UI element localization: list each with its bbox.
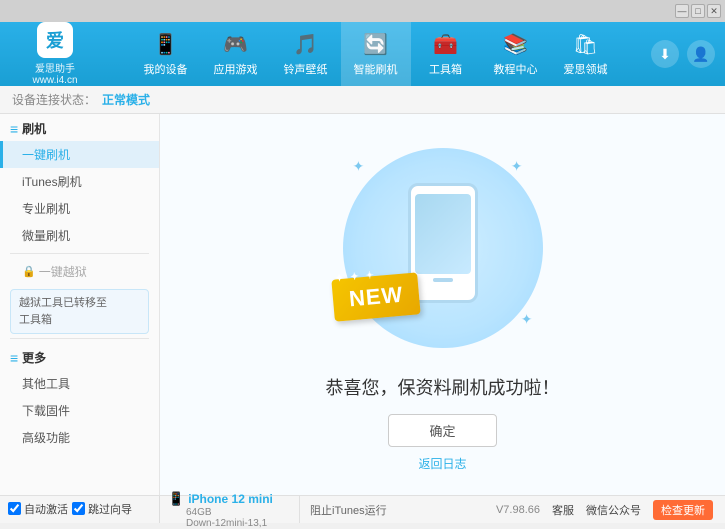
sidebar-divider-2 — [10, 338, 149, 339]
content-area: ✦ ✦ ✦ ✦ ✦ ✦ NEW 恭喜您，保资料刷机成功啦！ 确定 返回日志 — [160, 114, 725, 495]
sparkle-tr: ✦ — [511, 158, 523, 175]
version-text: V7.98.66 — [496, 504, 540, 516]
nav-smart-flash[interactable]: 🔄 智能刷机 — [341, 22, 411, 86]
sparkle-tl: ✦ — [353, 158, 365, 175]
one-click-flash-label: 一键刷机 — [22, 148, 70, 162]
sidebar-item-one-click-flash[interactable]: 一键刷机 — [0, 141, 159, 168]
status-value: 正常模式 — [102, 91, 150, 108]
device-phone-icon: 📱 — [168, 491, 184, 507]
new-badge-text: NEW — [347, 281, 403, 311]
info-box-text: 越狱工具已转移至工具箱 — [19, 297, 107, 326]
skip-wizard-checkbox-item[interactable]: 跳过向导 — [72, 501, 132, 517]
nav-ringtones-label: 铃声壁纸 — [284, 61, 328, 77]
phone-home-btn — [433, 278, 453, 282]
sidebar-item-advanced[interactable]: 高级功能 — [0, 424, 159, 451]
confirm-button[interactable]: 确定 — [388, 414, 496, 447]
update-button[interactable]: 检查更新 — [653, 500, 713, 520]
nav-bar: 📱 我的设备 🎮 应用游戏 🎵 铃声壁纸 🔄 智能刷机 🧰 工具箱 📚 教程中心… — [100, 22, 651, 86]
new-badge: ✦ ✦ ✦ NEW — [331, 272, 421, 321]
minimize-btn[interactable]: — — [675, 4, 689, 18]
header: 爱 爱思助手 www.i4.cn 📱 我的设备 🎮 应用游戏 🎵 铃声壁纸 🔄 … — [0, 22, 725, 86]
sidebar-item-download-firmware[interactable]: 下载固件 — [0, 397, 159, 424]
sidebar: ≡ 刷机 一键刷机 iTunes刷机 专业刷机 微量刷机 🔒 一键越狱 越狱工具… — [0, 114, 160, 495]
itunes-status: 阻止iTunes运行 — [310, 502, 387, 518]
sidebar-item-save-flash[interactable]: 微量刷机 — [0, 222, 159, 249]
section-more-icon: ≡ — [10, 350, 18, 366]
advanced-label: 高级功能 — [22, 431, 70, 445]
section-flash-label: 刷机 — [22, 120, 46, 137]
smart-flash-icon: 🔄 — [363, 32, 388, 57]
sidebar-info-box: 越狱工具已转移至工具箱 — [10, 289, 149, 334]
skip-wizard-label: 跳过向导 — [88, 501, 132, 517]
download-firmware-label: 下载固件 — [22, 404, 70, 418]
sparkle-br: ✦ — [521, 311, 533, 328]
tutorials-icon: 📚 — [503, 32, 528, 57]
lock-icon: 🔒 — [22, 265, 36, 278]
download-btn[interactable]: ⬇ — [651, 40, 679, 68]
auto-connect-label: 自动激活 — [24, 501, 68, 517]
logo-line2: www.i4.cn — [32, 75, 77, 86]
maximize-btn[interactable]: □ — [691, 4, 705, 18]
logo-icon: 爱 — [37, 22, 73, 58]
bottom-right-section: V7.98.66 客服 微信公众号 检查更新 — [484, 500, 725, 520]
my-device-icon: 📱 — [153, 32, 178, 57]
status-label: 设备连接状态： — [12, 91, 96, 108]
nav-my-device-label: 我的设备 — [144, 61, 188, 77]
ringtones-icon: 🎵 — [293, 32, 318, 57]
save-flash-label: 微量刷机 — [22, 229, 70, 243]
success-illustration: ✦ ✦ ✦ ✦ ✦ ✦ NEW — [333, 138, 553, 358]
nav-toolbox-label: 工具箱 — [429, 61, 462, 77]
logo-line1: 爱思助手 — [35, 60, 75, 75]
nav-toolbox[interactable]: 🧰 工具箱 — [411, 22, 481, 86]
user-btn[interactable]: 👤 — [687, 40, 715, 68]
toolbox-icon: 🧰 — [433, 32, 458, 57]
sidebar-divider-1 — [10, 253, 149, 254]
nav-my-device[interactable]: 📱 我的设备 — [131, 22, 201, 86]
nav-apps-games-label: 应用游戏 — [214, 61, 258, 77]
nav-tutorials[interactable]: 📚 教程中心 — [481, 22, 551, 86]
nav-shop-label: 爱思领城 — [564, 61, 608, 77]
pro-flash-label: 专业刷机 — [22, 202, 70, 216]
device-storage: 64GB — [168, 507, 291, 518]
wechat-link[interactable]: 微信公众号 — [586, 502, 641, 518]
bottom-bar: 自动激活 跳过向导 📱 iPhone 12 mini 64GB Down-12m… — [0, 495, 725, 523]
logo: 爱 爱思助手 www.i4.cn — [10, 22, 100, 86]
circle-bg: ✦ ✦ ✦ ✦ ✦ ✦ NEW — [343, 148, 543, 348]
jailbreak-label: 一键越狱 — [39, 263, 87, 280]
header-actions: ⬇ 👤 — [651, 40, 715, 68]
sidebar-item-other-tools[interactable]: 其他工具 — [0, 370, 159, 397]
device-version: Down-12mini-13,1 — [168, 518, 291, 529]
nav-shop[interactable]: 🛍 爱思领城 — [551, 22, 621, 86]
sidebar-section-flash: ≡ 刷机 — [0, 114, 159, 141]
nav-apps-games[interactable]: 🎮 应用游戏 — [201, 22, 271, 86]
itunes-flash-label: iTunes刷机 — [22, 175, 82, 189]
skip-wizard-checkbox[interactable] — [72, 502, 85, 515]
device-name: iPhone 12 mini — [188, 492, 273, 506]
shop-icon: 🛍 — [573, 32, 598, 57]
title-bar: — □ ✕ — [0, 0, 725, 22]
success-message: 恭喜您，保资料刷机成功啦！ — [326, 374, 560, 400]
auto-connect-checkbox-item[interactable]: 自动激活 — [8, 501, 68, 517]
customer-service-link[interactable]: 客服 — [552, 502, 574, 518]
phone-screen — [415, 194, 471, 274]
close-btn[interactable]: ✕ — [707, 4, 721, 18]
status-bar: 设备连接状态： 正常模式 — [0, 86, 725, 114]
other-tools-label: 其他工具 — [22, 377, 70, 391]
nav-tutorials-label: 教程中心 — [494, 61, 538, 77]
section-flash-icon: ≡ — [10, 121, 18, 137]
sidebar-item-jailbreak: 🔒 一键越狱 — [0, 258, 159, 285]
return-link[interactable]: 返回日志 — [418, 455, 466, 472]
main-layout: ≡ 刷机 一键刷机 iTunes刷机 专业刷机 微量刷机 🔒 一键越狱 越狱工具… — [0, 114, 725, 495]
section-more-label: 更多 — [22, 349, 46, 366]
sidebar-section-more: ≡ 更多 — [0, 343, 159, 370]
new-stars: ✦ ✦ ✦ — [334, 269, 376, 284]
auto-connect-checkbox[interactable] — [8, 502, 21, 515]
bottom-device-section: 自动激活 跳过向导 — [0, 496, 160, 523]
sidebar-item-itunes-flash[interactable]: iTunes刷机 — [0, 168, 159, 195]
nav-smart-flash-label: 智能刷机 — [354, 61, 398, 77]
apps-games-icon: 🎮 — [223, 32, 248, 57]
sidebar-item-pro-flash[interactable]: 专业刷机 — [0, 195, 159, 222]
nav-ringtones[interactable]: 🎵 铃声壁纸 — [271, 22, 341, 86]
